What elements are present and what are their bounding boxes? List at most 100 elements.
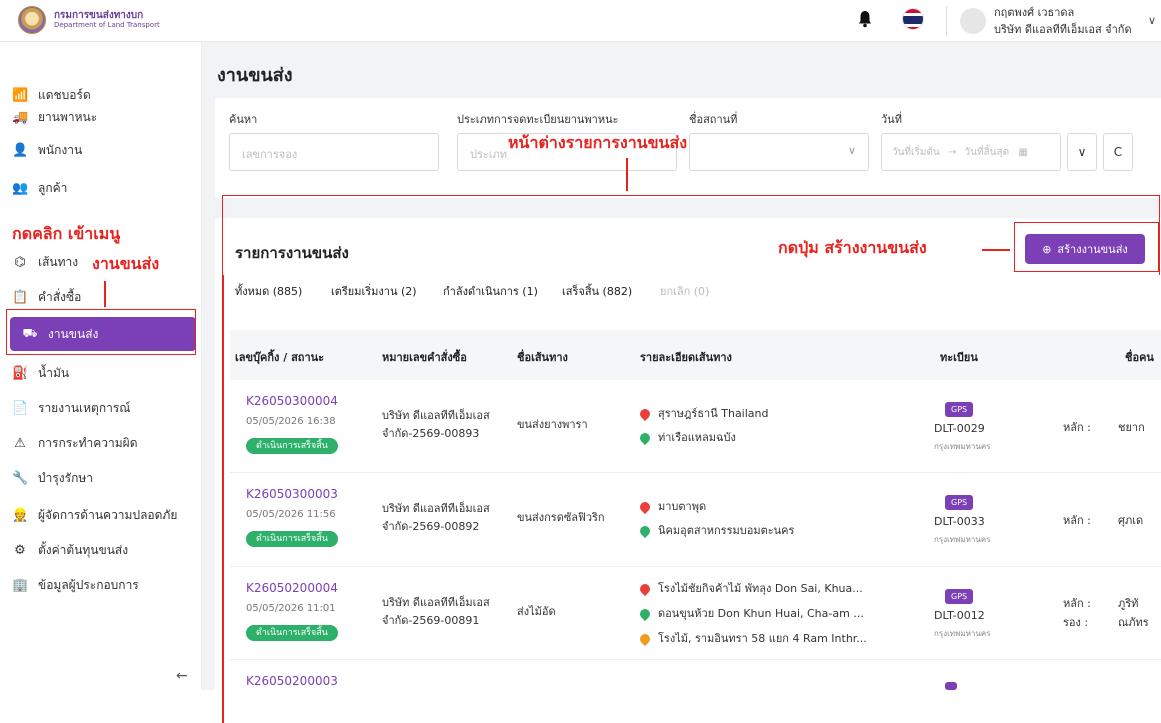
annotation-menu-name: งานขนส่ง: [92, 254, 160, 273]
sidebar: 📶 แดชบอร์ด 🚚 ยานพาหนะ 👤 พนักงาน 👥 ลูกค้า ⌬ เส…: [0, 42, 202, 690]
sidebar-item-label: เส้นทาง: [38, 255, 79, 269]
sidebar-item-incident-report[interactable]: 📄 รายงานเหตุการณ์: [12, 399, 130, 418]
table-row[interactable]: K26050200004 05/05/2026 11:01 ดำเนินการเ…: [230, 567, 1161, 660]
plate-province: กรุงเทพมหานคร: [934, 535, 991, 544]
map-pin-icon: [637, 631, 653, 647]
table-header: เลขบุ๊คกิ้ง / สถานะ หมายเลขคำสั่งซื้อ ชื…: [230, 330, 1161, 380]
expand-filters-button[interactable]: ∨: [1067, 133, 1097, 171]
driver-name: ศุภเด: [1118, 514, 1144, 527]
logo-title-en: Department of Land Transport: [54, 20, 160, 29]
filter-panel: ค้นหา เลขการจอง ประเภทการจดทะเบียนยานพาห…: [215, 98, 1161, 198]
column-header: ชื่อคน: [1125, 351, 1154, 364]
route-icon: ⌬: [14, 255, 26, 270]
route-stop: โรงไม้, รามอินทรา 58 แยก 4 Ram Inthr...: [637, 629, 867, 647]
route-name: ขนส่งยางพารา: [517, 418, 588, 431]
annotation-arrow: [626, 158, 628, 191]
user-company[interactable]: บริษัท ดีแอลทีทีเอ็มเอส จำกัด: [994, 20, 1132, 38]
sidebar-item-label: รายงานเหตุการณ์: [38, 401, 131, 415]
table-row[interactable]: K26050300003 05/05/2026 11:56 ดำเนินการเ…: [230, 473, 1161, 567]
dlt-logo[interactable]: กรมการขนส่งทางบก Department of Land Tran…: [18, 6, 160, 34]
license-plate: DLT-0033: [934, 515, 985, 528]
sidebar-item-employees[interactable]: 👤 พนักงาน: [12, 141, 82, 160]
chevron-down-icon: ∨: [847, 144, 856, 157]
sidebar-item-maintenance[interactable]: 🔧 บำรุงรักษา: [12, 469, 93, 488]
map-pin-icon: [637, 581, 653, 597]
sidebar-item-customers[interactable]: 👥 ลูกค้า: [12, 179, 67, 198]
sidebar-item-cost-settings[interactable]: ⚙ ตั้งค่าต้นทุนขนส่ง: [12, 541, 128, 560]
sidebar-item-orders[interactable]: 📋 คำสั่งซื้อ: [12, 288, 81, 307]
user-name[interactable]: กฤตพงศ์ เวธาดล: [994, 3, 1074, 21]
sidebar-item-vehicles[interactable]: 🚚 ยานพาหนะ: [12, 108, 97, 127]
chevron-down-icon[interactable]: ∨: [1148, 14, 1156, 27]
annotation-arrow: [104, 281, 106, 307]
plate-province: กรุงเทพมหานคร: [934, 442, 991, 451]
route-stop: มาบตาพุด: [637, 497, 706, 515]
sidebar-item-label: ข้อมูลผู้ประกอบการ: [38, 578, 139, 592]
sidebar-item-dashboard[interactable]: 📶 แดชบอร์ด: [12, 86, 91, 105]
divider: [946, 6, 947, 36]
booking-link[interactable]: K26050200003: [246, 674, 338, 688]
annotation-press-button: กดปุ่ม สร้างงานขนส่ง: [778, 238, 927, 257]
map-pin-icon: [637, 406, 653, 422]
avatar[interactable]: [960, 8, 986, 34]
booking-datetime: 05/05/2026 16:38: [246, 416, 336, 427]
route-stop: ดอนขุนห้วย Don Khun Huai, Cha-am ...: [637, 604, 864, 622]
building-icon: 🏢: [12, 578, 29, 593]
driver-role: รอง :: [1063, 616, 1089, 629]
person-icon: 👤: [12, 143, 29, 158]
driver-role: หลัก :: [1063, 514, 1091, 527]
driver-role: หลัก :: [1063, 421, 1091, 434]
tab-cancelled[interactable]: ยกเลิก (0): [660, 282, 709, 300]
table-row[interactable]: K26050200003: [230, 660, 1161, 690]
date-range-input[interactable]: วันที่เริ่มต้น → วันที่สิ้นสุด ▦: [881, 133, 1061, 171]
map-pin-icon: [637, 430, 653, 446]
safety-manager-icon: 👷: [12, 508, 29, 523]
page-bottom: [0, 690, 1161, 723]
clipboard-icon: 📋: [12, 290, 29, 305]
annotation-click-menu: กดคลิก เข้าเมนู: [12, 224, 121, 243]
tab-all[interactable]: ทั้งหมด (885): [235, 282, 302, 300]
logo-title-th: กรมการขนส่งทางบก: [54, 10, 144, 22]
location-label: ชื่อสถานที่: [689, 113, 738, 126]
sidebar-item-label: พนักงาน: [38, 143, 83, 157]
sidebar-item-routes[interactable]: ⌬ เส้นทาง: [12, 253, 78, 272]
sidebar-item-violations[interactable]: ⚠ การกระทำความผิด: [12, 434, 138, 453]
dlt-seal-icon: [18, 6, 46, 34]
column-header: ชื่อเส้นทาง: [517, 351, 568, 364]
license-plate: DLT-0012: [934, 609, 985, 622]
booking-link[interactable]: K26050300004: [246, 394, 338, 408]
bell-icon[interactable]: [858, 10, 872, 28]
reset-button[interactable]: C: [1103, 133, 1133, 171]
tab-preparing[interactable]: เตรียมเริ่มงาน (2): [331, 282, 417, 300]
sidebar-item-label: บำรุงรักษา: [38, 471, 94, 485]
tab-in-progress[interactable]: กำลังดำเนินการ (1): [443, 282, 538, 300]
sidebar-item-fuel[interactable]: ⛽ น้ำมัน: [12, 364, 69, 383]
booking-link[interactable]: K26050200004: [246, 581, 338, 595]
thai-flag-icon[interactable]: [902, 8, 924, 30]
sidebar-item-label: การกระทำความผิด: [38, 436, 138, 450]
gps-badge: GPS: [945, 495, 974, 510]
column-header: เลขบุ๊คกิ้ง / สถานะ: [235, 351, 325, 364]
search-input[interactable]: เลขการจอง: [229, 133, 439, 171]
column-header: ทะเบียน: [940, 351, 978, 364]
sidebar-item-label: ผู้จัดการด้านความปลอดภัย: [38, 508, 178, 522]
sidebar-item-label: แดชบอร์ด: [38, 88, 91, 102]
truck-icon: 🚚: [12, 110, 29, 125]
driver-name: ชยาก: [1118, 421, 1145, 434]
chart-icon: 📶: [12, 88, 29, 103]
booking-link[interactable]: K26050300003: [246, 487, 338, 501]
date-start: วันที่เริ่มต้น: [892, 147, 940, 158]
collapse-sidebar-icon[interactable]: ←: [176, 668, 188, 684]
table-row[interactable]: K26050300004 05/05/2026 16:38 ดำเนินการเ…: [230, 380, 1161, 473]
route-stop: ท่าเรือแหลมฉบัง: [637, 428, 736, 446]
sidebar-item-operator-info[interactable]: 🏢 ข้อมูลผู้ประกอบการ: [12, 576, 139, 595]
tab-completed[interactable]: เสร็จสิ้น (882): [562, 282, 632, 300]
top-bar: กรมการขนส่งทางบก Department of Land Tran…: [0, 0, 1161, 42]
gps-badge: GPS: [945, 402, 974, 417]
sidebar-item-label: คำสั่งซื้อ: [38, 290, 82, 304]
sidebar-item-safety-manager[interactable]: 👷 ผู้จัดการด้านความปลอดภัย: [12, 506, 177, 525]
location-select[interactable]: ∨: [689, 133, 869, 171]
booking-datetime: 05/05/2026 11:56: [246, 509, 336, 520]
type-label: ประเภทการจดทะเบียนยานพาหนะ: [457, 113, 619, 126]
fuel-icon: ⛽: [12, 366, 29, 381]
